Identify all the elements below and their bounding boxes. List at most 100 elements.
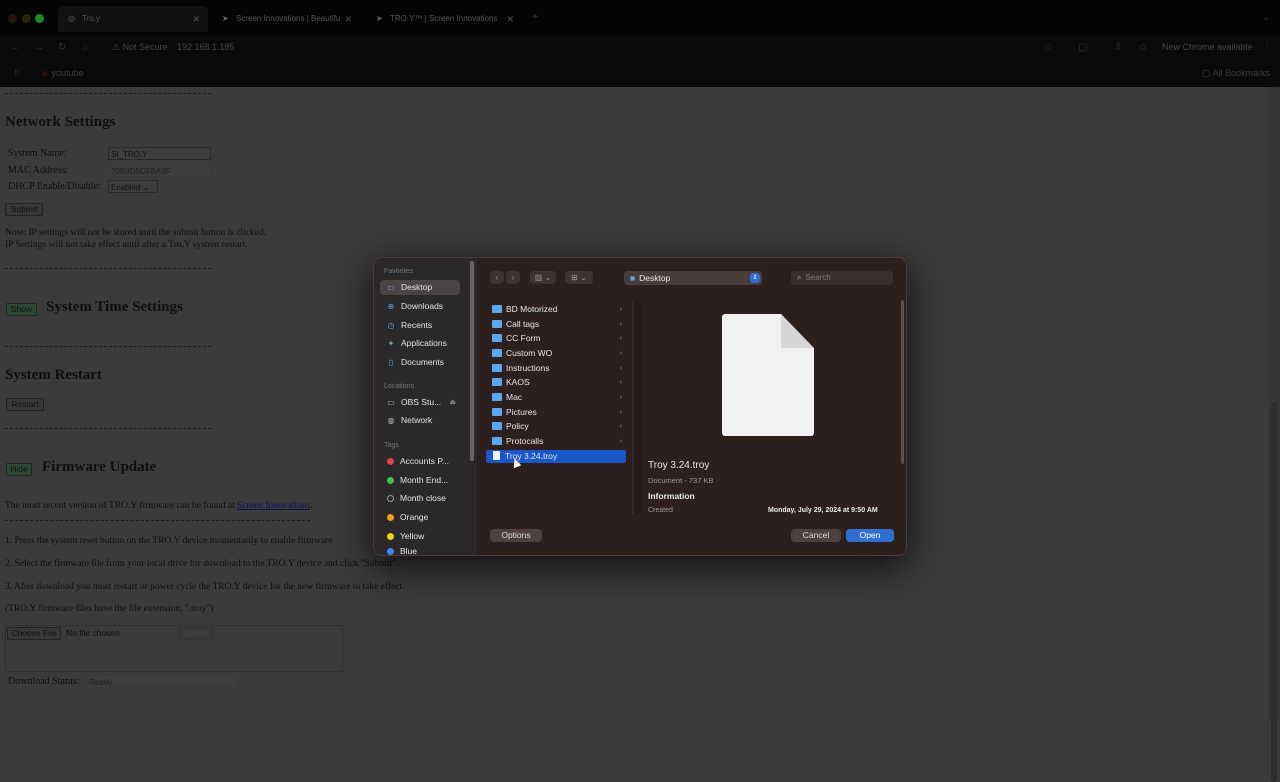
show-time-settings-button[interactable]: Show bbox=[6, 303, 37, 316]
list-item[interactable]: Instructions › bbox=[486, 362, 626, 375]
sidebar-item-label: Network bbox=[401, 415, 433, 425]
tag-orange[interactable]: Orange bbox=[380, 510, 460, 525]
file-open-dialog: Favorites ▭ Desktop ⊕ Downloads ◷ Recents ✦… bbox=[373, 257, 907, 556]
back-icon[interactable]: ← bbox=[10, 42, 20, 53]
options-button[interactable]: Options bbox=[490, 529, 542, 542]
site-icon: ➤ bbox=[222, 14, 229, 23]
tag-label: Accounts P... bbox=[400, 456, 449, 466]
screen-innovations-link[interactable]: Screen Innovations bbox=[237, 501, 310, 511]
dialog-sidebar: Favorites ▭ Desktop ⊕ Downloads ◷ Recents ✦… bbox=[374, 258, 477, 555]
forward-nav-icon[interactable]: › bbox=[506, 271, 520, 284]
open-button[interactable]: Open bbox=[846, 529, 894, 542]
firmware-step-1: 1. Press the system reset button on the … bbox=[5, 536, 333, 546]
browser-tab[interactable]: ➤ Screen Innovations | Beautifu ✕ bbox=[212, 6, 360, 32]
tag-yellow[interactable]: Yellow bbox=[380, 529, 460, 544]
download-status-label: Download Status: bbox=[8, 676, 80, 687]
page-scrollbar[interactable] bbox=[1268, 87, 1280, 782]
document-icon bbox=[493, 451, 500, 460]
list-item[interactable]: KAOS › bbox=[486, 376, 626, 389]
mac-address-field: 70B3D5CFBA9F bbox=[108, 164, 211, 177]
browser-tab[interactable]: ◎ Tro.y ✕ bbox=[58, 6, 208, 32]
grid-view-icon[interactable]: ⊞ ⌄ bbox=[565, 271, 593, 284]
chevron-right-icon: › bbox=[619, 350, 622, 357]
list-item[interactable]: BD Motorized › bbox=[486, 303, 626, 316]
close-window-icon[interactable] bbox=[8, 14, 17, 23]
list-item[interactable]: Call tags › bbox=[486, 318, 626, 331]
dhcp-select[interactable]: Enabled ⌄ bbox=[108, 180, 158, 193]
network-submit-button[interactable]: Submit bbox=[5, 203, 43, 216]
chevron-right-icon: › bbox=[619, 365, 622, 372]
hide-firmware-button[interactable]: Hide bbox=[6, 463, 32, 476]
firmware-extension-note: (TRO.Y firmware files have the file exte… bbox=[5, 604, 214, 614]
information-header: Information bbox=[648, 491, 695, 501]
list-item-selected[interactable]: Troy 3.24.troy bbox=[486, 450, 626, 463]
choose-file-button[interactable]: Choose File bbox=[7, 627, 61, 640]
bookmark-youtube[interactable]: ▶ youtube bbox=[42, 68, 83, 79]
menu-icon[interactable]: ⋮ bbox=[1262, 42, 1272, 53]
update-chrome-button[interactable]: New Chrome available bbox=[1162, 42, 1253, 52]
dhcp-select-value: Enabled bbox=[111, 183, 141, 192]
globe-icon: ◍ bbox=[387, 416, 395, 425]
extensions-icon[interactable]: ▢ bbox=[1078, 42, 1087, 53]
firmware-intro-text: The most recent version of TRO.Y firmwar… bbox=[5, 501, 235, 511]
sidebar-item-documents[interactable]: ▯ Documents bbox=[380, 355, 460, 370]
profile-icon[interactable]: ☺ bbox=[1138, 42, 1148, 53]
sidebar-item-desktop[interactable]: ▭ Desktop bbox=[380, 280, 460, 295]
tab-search-icon[interactable]: ⌄ bbox=[1262, 12, 1270, 23]
file-name: Call tags bbox=[506, 319, 540, 329]
list-item[interactable]: Policy › bbox=[486, 420, 626, 433]
folder-icon bbox=[492, 333, 502, 342]
sidebar-item-obs[interactable]: ▭ OBS Stu... ⏏ bbox=[380, 395, 460, 410]
list-item[interactable]: Pictures › bbox=[486, 406, 626, 419]
list-item[interactable]: CC Form › bbox=[486, 332, 626, 345]
close-tab-icon[interactable]: ✕ bbox=[506, 6, 514, 32]
close-tab-icon[interactable]: ✕ bbox=[192, 6, 200, 32]
reload-icon[interactable]: ↻ bbox=[58, 42, 66, 53]
file-name: Mac bbox=[506, 392, 523, 402]
close-tab-icon[interactable]: ✕ bbox=[344, 6, 352, 32]
apps-icon[interactable]: ⁞⁞ bbox=[14, 68, 19, 78]
folder-icon bbox=[492, 421, 502, 430]
eject-icon[interactable]: ⏏ bbox=[449, 395, 456, 410]
system-name-input[interactable]: SI_TRO.Y bbox=[108, 147, 211, 160]
minimize-window-icon[interactable] bbox=[22, 14, 31, 23]
favorites-header: Favorites bbox=[384, 268, 413, 275]
sidebar-item-applications[interactable]: ✦ Applications bbox=[380, 336, 460, 351]
list-item[interactable]: Custom WO › bbox=[486, 347, 626, 360]
sidebar-item-downloads[interactable]: ⊕ Downloads bbox=[380, 299, 460, 314]
all-bookmarks[interactable]: ▢ All Bookmarks bbox=[1202, 68, 1270, 79]
column-resize-handle[interactable] bbox=[635, 300, 641, 514]
star-icon[interactable]: ☆ bbox=[1044, 42, 1053, 53]
url-field[interactable]: 192.168.1.185 bbox=[177, 42, 235, 52]
tag-month-end[interactable]: Month End... bbox=[380, 473, 460, 488]
chevron-right-icon: › bbox=[619, 423, 622, 430]
preview-scrollbar[interactable] bbox=[901, 300, 905, 464]
cancel-button[interactable]: Cancel bbox=[791, 529, 841, 542]
column-view-icon[interactable]: ▥ ⌄ bbox=[530, 271, 556, 284]
globe-icon: ◎ bbox=[68, 14, 75, 23]
not-secure-label[interactable]: ⚠ Not Secure bbox=[112, 42, 168, 53]
tag-accounts[interactable]: Accounts P... bbox=[380, 454, 460, 469]
new-tab-button[interactable]: + bbox=[532, 12, 538, 23]
document-icon: ▯ bbox=[388, 358, 394, 367]
red-tag-icon bbox=[387, 457, 394, 465]
search-placeholder: Search bbox=[805, 273, 831, 282]
sidebar-scrollbar[interactable] bbox=[470, 261, 474, 555]
forward-icon[interactable]: → bbox=[34, 42, 44, 53]
browser-tab[interactable]: ➤ TRO.Y™ | Screen Innovations ✕ bbox=[366, 6, 522, 32]
list-item[interactable]: Mac › bbox=[486, 391, 626, 404]
tag-blue[interactable]: Blue bbox=[380, 547, 460, 555]
sidebar-item-recents[interactable]: ◷ Recents bbox=[380, 318, 460, 333]
maximize-window-icon[interactable] bbox=[35, 14, 44, 23]
back-nav-icon[interactable]: ‹ bbox=[490, 271, 504, 284]
search-field[interactable]: ⌕ Search bbox=[791, 271, 893, 285]
firmware-submit-button[interactable]: Submit bbox=[178, 627, 214, 640]
downloads-icon[interactable]: ⇩ bbox=[1114, 42, 1122, 53]
home-icon[interactable]: ⌂ bbox=[82, 42, 88, 53]
restart-button[interactable]: Restart bbox=[6, 398, 44, 411]
sidebar-item-network[interactable]: ◍ Network bbox=[380, 413, 460, 428]
list-item[interactable]: Protocalls › bbox=[486, 435, 626, 448]
page-scroll-thumb[interactable] bbox=[1271, 402, 1277, 782]
tag-month-close[interactable]: Month close bbox=[380, 491, 460, 506]
location-popup[interactable]: ■ Desktop ⇕ bbox=[624, 271, 762, 285]
